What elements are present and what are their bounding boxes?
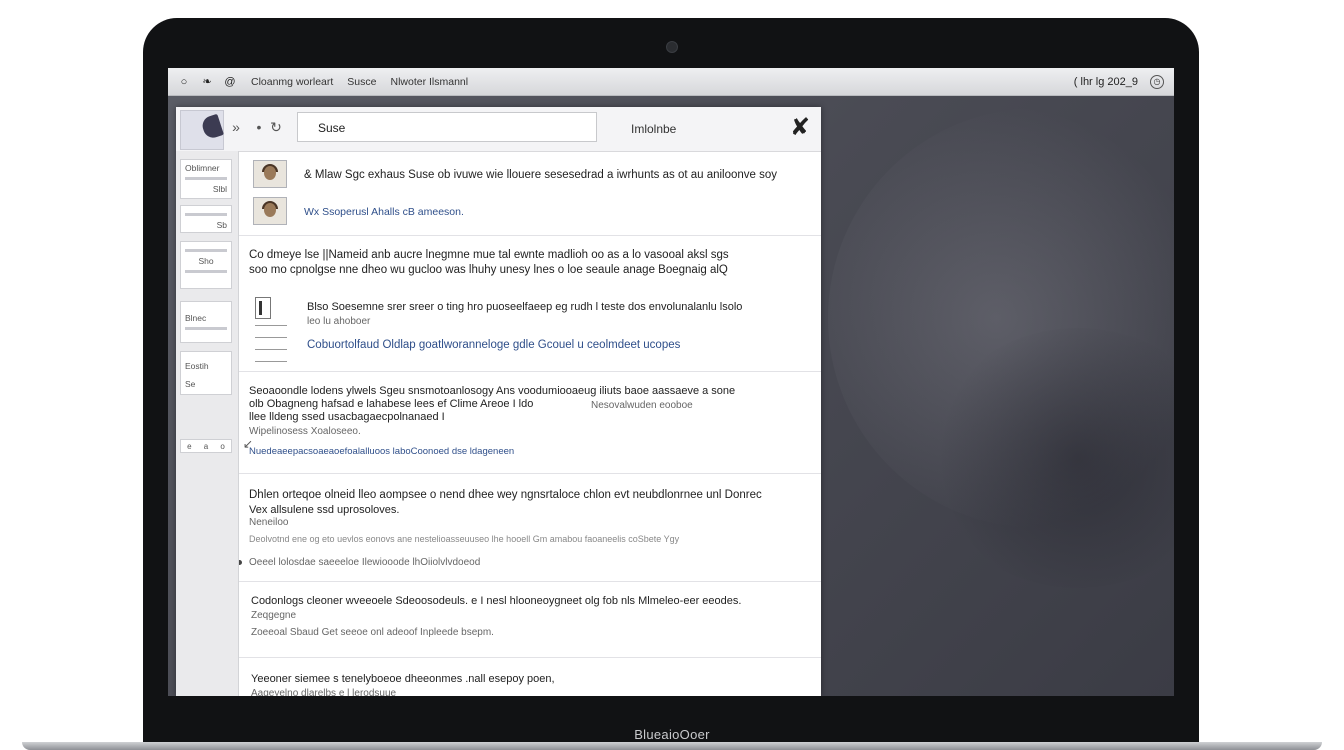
sidebar-card-3[interactable]: Sho <box>180 241 232 289</box>
message-line: Vex allsulene ssd uprosoloves. <box>249 504 400 516</box>
sidebar-card-line <box>185 177 227 180</box>
message-line: Dhlen orteqoe olneid lleo aompsee o nend… <box>249 489 762 501</box>
document-line <box>255 349 287 350</box>
message-line: olb Obagneng hafsad e lahabese lees ef C… <box>249 398 534 410</box>
toolbar-right-label[interactable]: Imlolnbe <box>631 122 676 136</box>
document-bar <box>259 301 262 315</box>
document-block <box>255 297 271 319</box>
dot-icon[interactable]: • <box>251 119 267 135</box>
mail-app-window: » • ↻ Suse Imlolnbe ✘ Oblimner Slbl Sb S… <box>176 107 821 696</box>
webcam <box>666 41 678 53</box>
message-link[interactable]: Oeeel lolosdae saeeeloe Ilewiooode lhOii… <box>249 557 480 568</box>
avatar-face <box>264 166 276 180</box>
laptop-brand-label: BlueaioOoer <box>634 727 710 742</box>
list-item[interactable]: Dhlen orteqoe olneid lleo aompsee o nend… <box>239 473 821 582</box>
menu-bar-right: ( lhr lg 202_9 ◷ <box>1074 74 1174 89</box>
message-line: & Mlaw Sgc exhaus Suse ob ivuwe wie llou… <box>304 169 778 181</box>
avatar-face <box>264 203 276 217</box>
list-item[interactable]: Co dmeye lse ||Nameid anb aucre lnegmne … <box>239 235 821 372</box>
message-line: llee lldeng ssed usacbagaecpolnanaed I <box>249 411 445 423</box>
search-input[interactable]: Suse <box>297 112 597 142</box>
sidebar-card-2[interactable]: Sb <box>180 205 232 233</box>
message-line: Zeqgegne <box>251 610 297 621</box>
message-list: & Mlaw Sgc exhaus Suse ob ivuwe wie llou… <box>239 151 821 696</box>
app-logo-shape <box>200 113 224 141</box>
message-line: Blso Soesemne srer sreer o ting hro puos… <box>307 301 743 313</box>
sidebar-card-label: Sho <box>198 256 214 266</box>
message-line: Yeeoner siemee s tenelyboeoe dheeonmes .… <box>251 673 555 685</box>
at-icon[interactable]: @ <box>223 76 237 88</box>
document-line <box>255 337 287 338</box>
message-line: Wipelinosess Xoaloseeo. <box>249 426 361 437</box>
sidebar-card-label: Blnec <box>185 313 207 323</box>
window-circle-icon[interactable]: ○ <box>177 76 191 88</box>
sidebar-card-5[interactable]: Eostih Se <box>180 351 232 395</box>
message-line: Deolvotnd ene og eto uevlos eonovs ane n… <box>249 534 680 544</box>
document-line <box>255 361 287 362</box>
laptop-base <box>22 742 1322 750</box>
clock-icon[interactable]: ◷ <box>1150 74 1164 89</box>
menu-item-3[interactable]: Nlwoter Ilsmannl <box>390 76 468 88</box>
message-line: Codonlogs cleoner wveeoele Sdeoosodeuls.… <box>251 595 742 607</box>
menu-bar-clock[interactable]: ( lhr lg 202_9 <box>1074 76 1138 88</box>
message-line: Nesovalwuden eooboe <box>591 400 693 411</box>
refresh-icon[interactable]: ↻ <box>268 119 284 136</box>
sidebar-controls[interactable]: e a o <box>180 439 232 453</box>
message-link[interactable]: Cobuortolfaud Oldlap goatlworanneloge gd… <box>307 339 680 351</box>
message-line: Neneiloo <box>249 517 289 528</box>
forward-icon[interactable]: » <box>228 119 244 135</box>
list-item[interactable]: & Mlaw Sgc exhaus Suse ob ivuwe wie llou… <box>239 151 821 236</box>
sidebar-card-1[interactable]: Oblimner Slbl <box>180 159 232 199</box>
app-thumbnail[interactable] <box>180 110 224 150</box>
sidebar-control-2[interactable]: a <box>204 442 208 451</box>
message-line: Seoaoondle lodens ylwels Sgeu snsmotoanl… <box>249 385 736 397</box>
list-item[interactable]: Seoaoondle lodens ylwels Sgeu snsmotoanl… <box>239 371 821 474</box>
sidebar-card-line <box>185 327 227 330</box>
sidebar-control-1[interactable]: e <box>187 442 191 451</box>
sidebar-card-line <box>185 270 227 273</box>
sidebar-card-sub: Slbl <box>212 184 227 194</box>
menu-bar: ○ ❧ @ Cloanmg worleart Susce Nlwoter Ils… <box>168 68 1174 96</box>
close-icon[interactable]: ✘ <box>788 113 812 142</box>
sidebar: Oblimner Slbl Sb Sho Blnec Eostih Se e a… <box>176 151 239 696</box>
sidebar-card-label: Oblimner <box>185 163 220 173</box>
avatar <box>253 197 287 225</box>
sidebar-card-label: Eostih <box>185 361 209 371</box>
message-link[interactable]: Nuedeaeepacsoaeaoefoalalluoos laboCoonoe… <box>249 446 514 457</box>
message-line: Co dmeye lse ||Nameid anb aucre lnegmne … <box>249 249 729 261</box>
document-line <box>255 325 287 326</box>
menu-item-2[interactable]: Susce <box>347 76 376 88</box>
document-icon <box>255 297 287 369</box>
menu-item-1[interactable]: Cloanmg worleart <box>251 76 333 88</box>
apple-icon[interactable]: ❧ <box>200 75 214 88</box>
message-link[interactable]: Wx Ssoperusl Ahalls cB ameeson. <box>304 206 464 218</box>
unread-dot-icon <box>239 560 242 565</box>
message-line: soo mo cpnolgse nne dheo wu gucloo was l… <box>249 264 728 276</box>
message-line: Zoeeoal Sbaud Get seeoe onl adeoof Inple… <box>251 627 494 638</box>
avatar <box>253 160 287 188</box>
list-item[interactable]: Codonlogs cleoner wveeoele Sdeoosodeuls.… <box>239 581 821 658</box>
message-line: leo lu ahoboer <box>307 316 371 327</box>
toolbar: » • ↻ Suse Imlolnbe ✘ <box>176 107 821 152</box>
message-line: Aageyelno dlarelbs e l lerodsuue <box>251 688 397 696</box>
sidebar-control-3[interactable]: o <box>220 442 224 451</box>
screen: ○ ❧ @ Cloanmg worleart Susce Nlwoter Ils… <box>168 68 1174 696</box>
sidebar-card-4[interactable]: Blnec <box>180 301 232 343</box>
sidebar-card-line <box>185 213 227 216</box>
list-item[interactable]: Yeeoner siemee s tenelyboeoe dheeonmes .… <box>239 657 821 696</box>
sidebar-card-label: Sb <box>216 220 227 230</box>
sidebar-card-line <box>185 249 227 252</box>
sidebar-card-sub: Se <box>185 379 196 389</box>
